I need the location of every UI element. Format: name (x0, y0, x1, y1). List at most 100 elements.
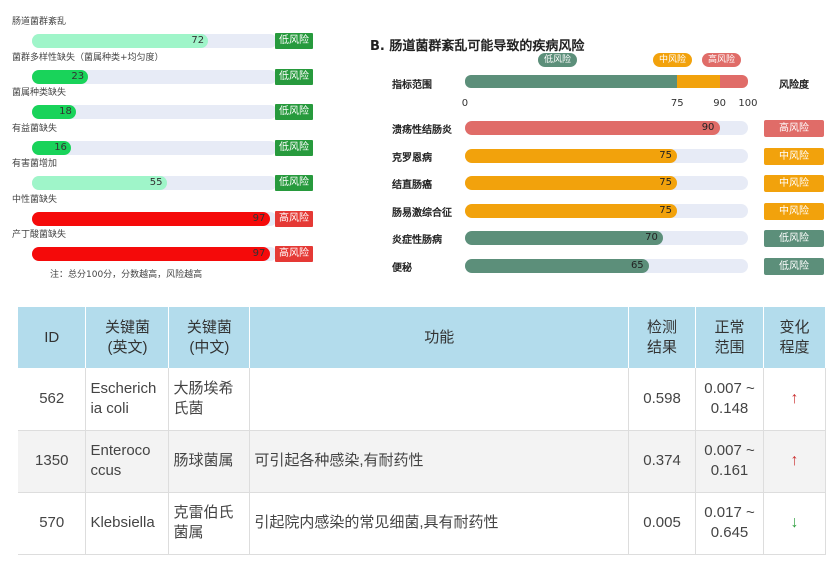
cell-change: ↑ (763, 430, 827, 493)
table-row: 1350 Enteroco ccus 肠球菌属 可引起各种感染,有耐药性 0.374 0.… (18, 430, 827, 493)
risk-badge: 高风险 (275, 210, 313, 227)
cell-name-en: Escherich ia coli (85, 368, 170, 431)
cell-function: 可引起各种感染,有耐药性 (249, 430, 630, 493)
cell-name-en: Enteroco ccus (85, 430, 170, 493)
score-bar-fill (32, 34, 209, 48)
risk-badge: 低风险 (275, 104, 313, 120)
score-bar-fill (32, 247, 270, 261)
risk-degree-header: 风险度 (779, 80, 809, 91)
disease-risk-badge: 高风险 (764, 120, 824, 137)
arrow-up-icon: ↑ (790, 389, 799, 407)
score-bar-track: 72 (32, 34, 277, 48)
scale-segment (719, 75, 748, 88)
disease-bar-track: 65 (465, 259, 748, 273)
score-item-label: 菌属种类缺失 (12, 88, 67, 98)
score-bar-track: 97 (32, 247, 277, 261)
cell-name-cn: 大肠埃希 氏菌 (168, 368, 251, 431)
score-item: 有害菌增加 55 低风险 (12, 158, 316, 192)
score-bar-track: 18 (32, 105, 277, 119)
risk-badge: 低风险 (275, 139, 313, 156)
cell-range: 0.007 ~ 0.148 (695, 368, 764, 431)
disease-value-label: 75 (659, 204, 672, 216)
col-header-function: 功能 (249, 307, 630, 368)
risk-badge: 低风险 (275, 175, 313, 191)
scale-tick-label: 100 (738, 98, 758, 109)
disease-bar (465, 148, 678, 163)
disease-bar (465, 259, 649, 273)
scale-tick-label: 75 (670, 98, 684, 109)
disease-name: 便秘 (392, 263, 412, 274)
cell-result: 0.598 (628, 368, 697, 431)
scale-segment (677, 75, 720, 88)
legend-low-risk: 低风险 (538, 53, 578, 67)
disease-value-label: 70 (645, 232, 658, 244)
cell-id: 562 (18, 368, 87, 431)
score-item-label: 中性菌缺失 (12, 194, 58, 205)
disease-risk-badge: 中风险 (764, 202, 824, 220)
cell-name-cn: 克雷伯氏 菌属 (168, 492, 251, 555)
score-item: 产丁酸菌缺失 97 高风险 (12, 229, 316, 263)
disease-value-label: 75 (659, 149, 672, 161)
score-item: 肠道菌群紊乱 72 低风险 (12, 16, 316, 50)
score-item-label: 肠道菌群紊乱 (12, 17, 67, 27)
disease-risk-badge: 中风险 (764, 175, 824, 193)
table-header-row: ID 关键菌 (英文) 关键菌 (中文) 功能 检测 结果 正常 范围 变化 程… (18, 307, 827, 368)
score-item-label: 菌群多样性缺失（菌属种类+均匀度） (12, 52, 164, 63)
cell-result: 0.374 (628, 430, 697, 493)
col-header-en: 关键菌 (英文) (85, 307, 170, 368)
score-note: 注：总分100分，分数越高，风险越高 (50, 270, 203, 280)
score-item: 中性菌缺失 97 高风险 (12, 194, 316, 228)
score-item: 菌群多样性缺失（菌属种类+均匀度） 23 低风险 (12, 52, 316, 86)
score-bar-fill (32, 211, 270, 226)
disease-bar-track: 70 (465, 231, 748, 246)
cell-function: 引起院内感染的常见细菌,具有耐药性 (249, 492, 630, 555)
disease-bar (465, 176, 678, 191)
cell-range: 0.007 ~ 0.161 (695, 430, 764, 493)
score-item-label: 产丁酸菌缺失 (12, 230, 67, 240)
disease-bar (465, 231, 664, 246)
arrow-down-icon: ↓ (790, 514, 799, 531)
table-row: 570 Klebsiella 克雷伯氏 菌属 引起院内感染的常见细菌,具有耐药性 0.0… (18, 492, 827, 555)
score-bar-track: 23 (32, 69, 277, 84)
legend-high-risk: 高风险 (702, 53, 742, 67)
disease-risk-title: B. 肠道菌群紊乱可能导致的疾病风险 (370, 39, 585, 54)
cell-range: 0.017 ~ 0.645 (695, 492, 764, 555)
score-bar-track: 16 (32, 140, 277, 155)
score-item-label: 有害菌增加 (12, 159, 58, 169)
key-bacteria-table: ID 关键菌 (英文) 关键菌 (中文) 功能 检测 结果 正常 范围 变化 程… (18, 307, 827, 555)
disease-name: 克罗恩病 (392, 152, 432, 164)
col-header-range: 正常 范围 (695, 307, 764, 368)
col-header-change: 变化 程度 (763, 307, 827, 368)
score-value: 55 (149, 177, 163, 188)
score-bar-track: 55 (32, 176, 277, 190)
table-body: 562 Escherich ia coli 大肠埃希 氏菌 0.598 0.007 ~ … (18, 368, 827, 555)
cell-function (249, 368, 630, 431)
disease-bar-track: 75 (465, 203, 748, 218)
score-bar-fill (32, 176, 167, 190)
score-item-label: 有益菌缺失 (12, 123, 58, 134)
disease-bar-track: 75 (465, 176, 748, 191)
score-value: 72 (191, 35, 205, 46)
scale-range-bar (465, 75, 748, 88)
disease-name: 结直肠癌 (392, 180, 432, 192)
risk-badge: 低风险 (275, 68, 313, 85)
col-header-result: 检测 结果 (628, 307, 697, 368)
table-row: 562 Escherich ia coli 大肠埃希 氏菌 0.598 0.007 ~ … (18, 368, 827, 431)
legend-medium-risk: 中风险 (653, 53, 693, 67)
disease-name: 肠易激综合征 (392, 207, 452, 219)
disease-bar-track: 90 (465, 121, 748, 135)
disease-bar-track: 75 (465, 148, 748, 163)
cell-change: ↑ (763, 368, 827, 431)
risk-badge: 高风险 (275, 246, 313, 262)
disease-name: 炎症性肠病 (392, 235, 442, 247)
col-header-cn: 关键菌 (中文) (168, 307, 251, 368)
cell-change: ↓ (763, 492, 827, 555)
disease-risk-badge: 低风险 (764, 258, 824, 275)
score-bar-track: 97 (32, 211, 277, 226)
risk-badge: 低风险 (275, 33, 313, 49)
col-header-id: ID (18, 307, 87, 368)
score-item: 有益菌缺失 16 低风险 (12, 123, 316, 157)
disease-risk-badge: 中风险 (764, 147, 824, 165)
scale-tick-label: 90 (713, 98, 727, 109)
score-value: 97 (252, 248, 266, 259)
